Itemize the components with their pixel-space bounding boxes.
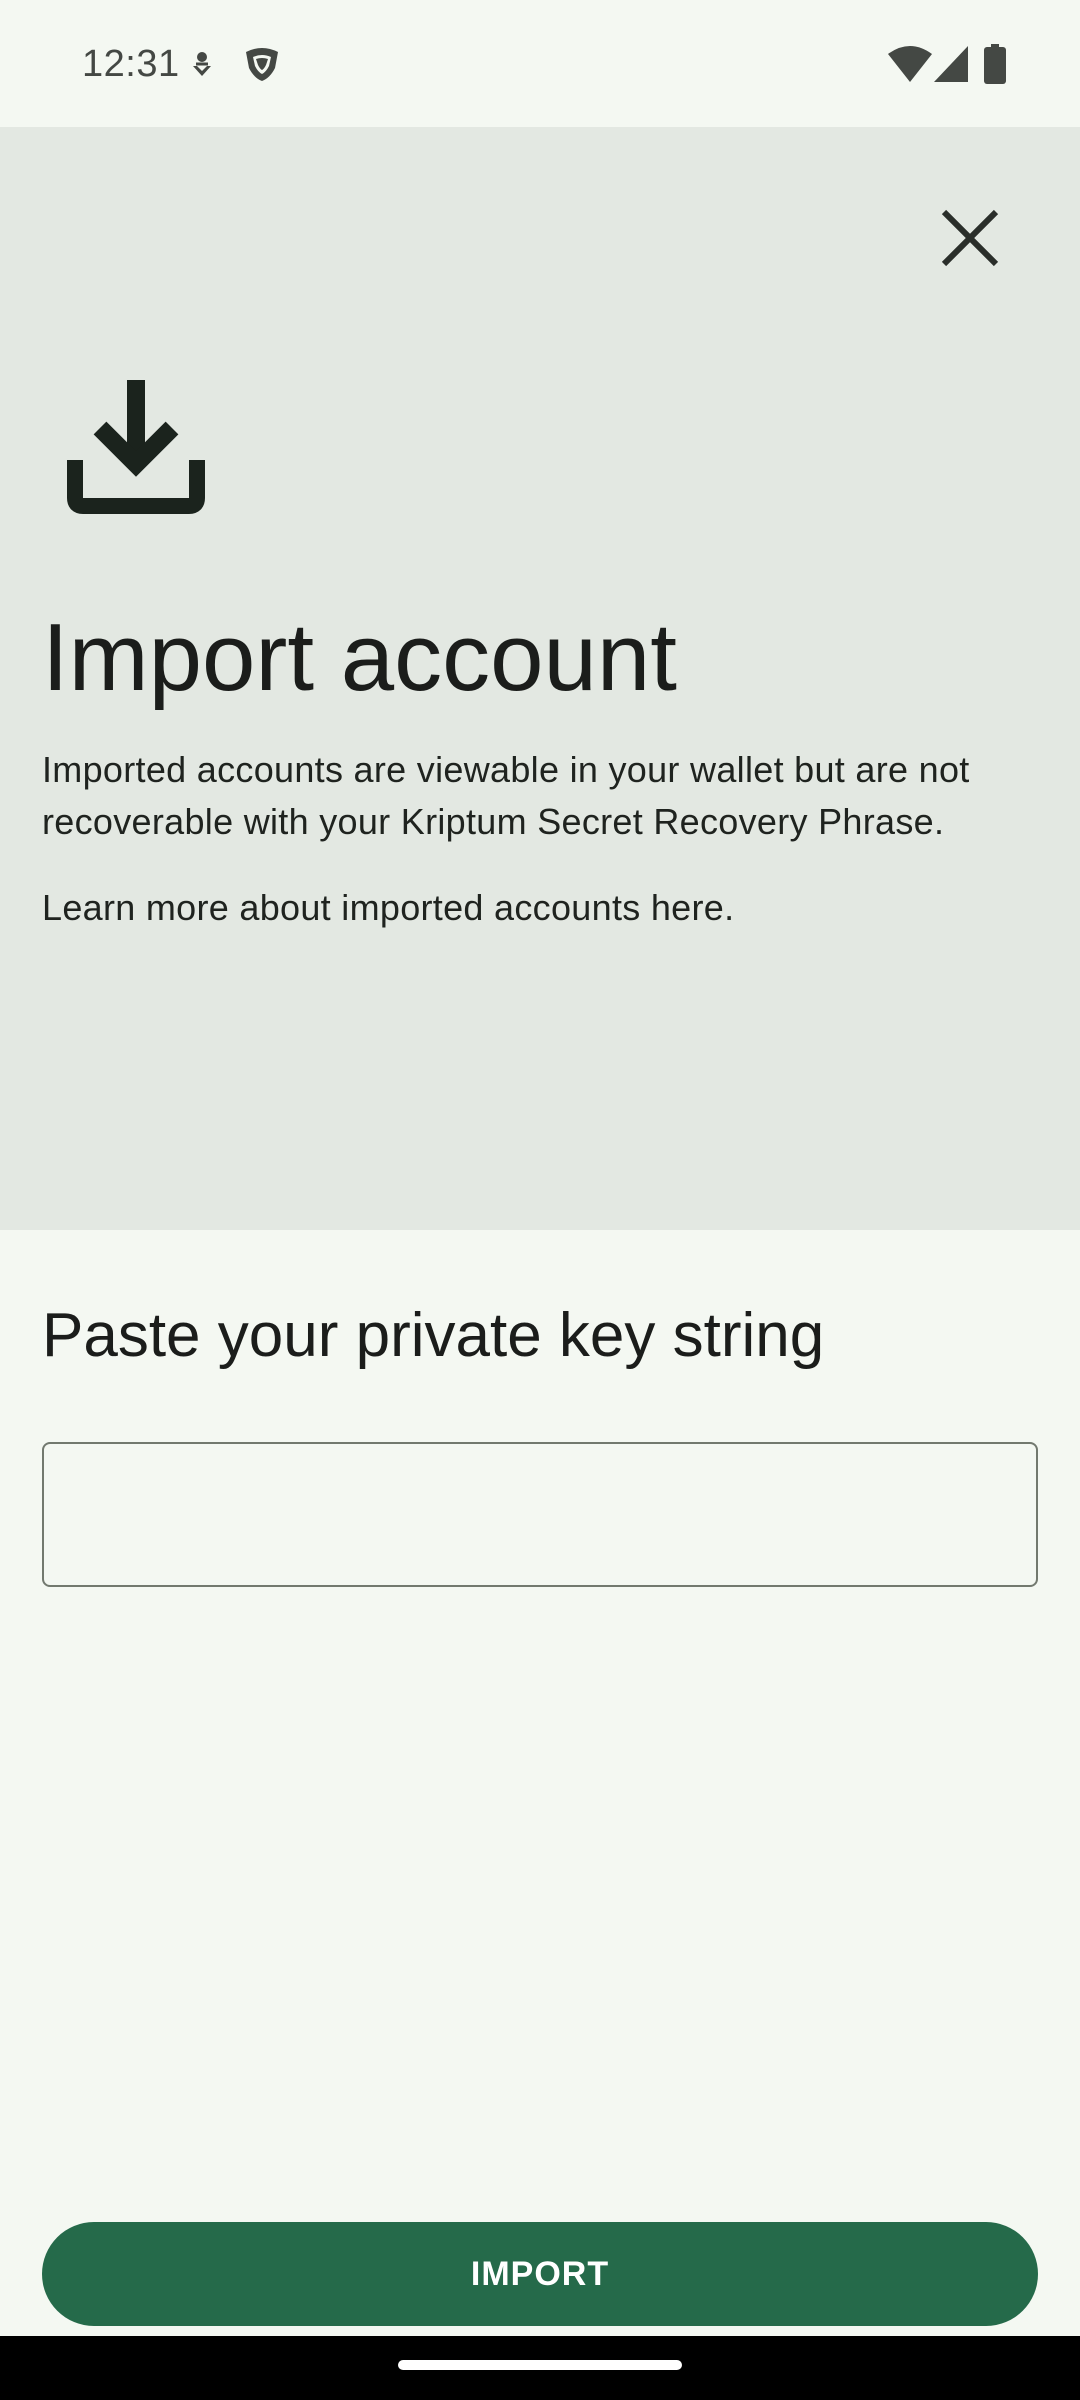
- page-title: Import account: [42, 604, 677, 711]
- private-key-label: Paste your private key string: [42, 1301, 825, 1370]
- notification-small-icon: [193, 52, 211, 76]
- import-account-screen: 12:31 Import account Imported accounts a…: [0, 0, 1080, 2400]
- learn-more-link[interactable]: Learn more about imported accounts here.: [42, 882, 1042, 934]
- battery-icon: [984, 44, 1006, 84]
- private-key-input[interactable]: [42, 1442, 1038, 1587]
- status-bar: 12:31: [0, 0, 1080, 127]
- status-time: 12:31: [82, 43, 180, 85]
- close-button[interactable]: [910, 178, 1030, 298]
- signal-icon: [934, 46, 968, 82]
- import-button[interactable]: IMPORT: [42, 2222, 1038, 2326]
- close-icon: [941, 209, 999, 267]
- shield-app-icon: [246, 48, 278, 81]
- import-description: Imported accounts are viewable in your w…: [42, 749, 970, 842]
- wifi-icon: [888, 46, 932, 82]
- home-indicator[interactable]: [398, 2360, 682, 2370]
- download-icon: [67, 380, 205, 514]
